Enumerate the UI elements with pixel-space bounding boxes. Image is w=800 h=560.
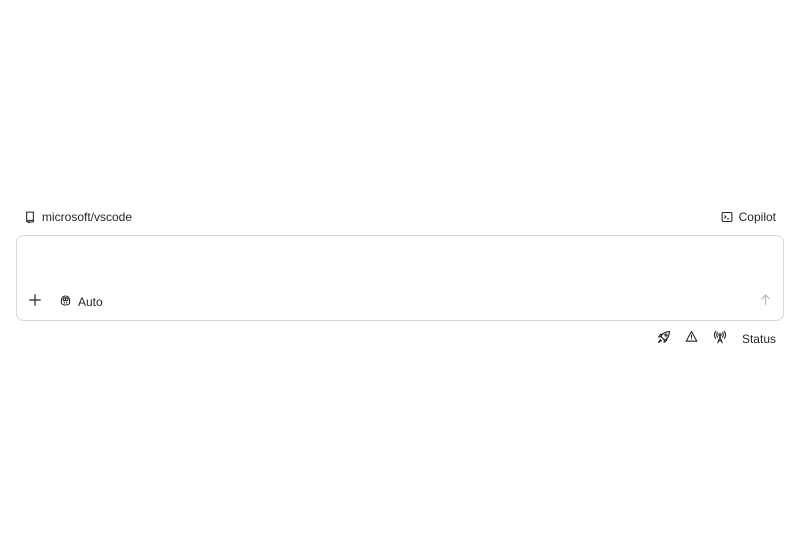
repo-selector-button[interactable]: microsoft/vscode [16, 205, 140, 229]
repo-icon [24, 211, 36, 223]
terminal-icon [721, 211, 733, 223]
chat-composer: Auto [16, 235, 784, 321]
broadcast-icon [713, 330, 727, 349]
composer-header: microsoft/vscode Copilot [16, 205, 784, 229]
arrow-up-icon [759, 293, 772, 311]
composer-toolbar-left: Auto [23, 290, 109, 314]
model-picker-button[interactable]: Auto [53, 290, 109, 314]
model-label: Auto [78, 295, 103, 309]
alert-icon [685, 330, 698, 348]
add-attachment-button[interactable] [23, 290, 47, 314]
broadcast-button[interactable] [708, 327, 732, 351]
app-root: microsoft/vscode Copilot Auto Status [0, 0, 800, 560]
composer-footer: Status [652, 327, 784, 351]
plus-icon [28, 293, 42, 312]
send-button[interactable] [753, 290, 777, 314]
copilot-icon [59, 294, 72, 310]
status-link[interactable]: Status [736, 332, 784, 346]
rocket-icon [657, 330, 671, 349]
composer-toolbar: Auto [23, 290, 777, 314]
chat-input[interactable] [29, 246, 769, 282]
mode-label: Copilot [738, 210, 776, 224]
mode-selector-button[interactable]: Copilot [713, 205, 784, 229]
deploy-button[interactable] [652, 327, 676, 351]
repo-label: microsoft/vscode [42, 210, 133, 224]
alerts-button[interactable] [680, 327, 704, 351]
